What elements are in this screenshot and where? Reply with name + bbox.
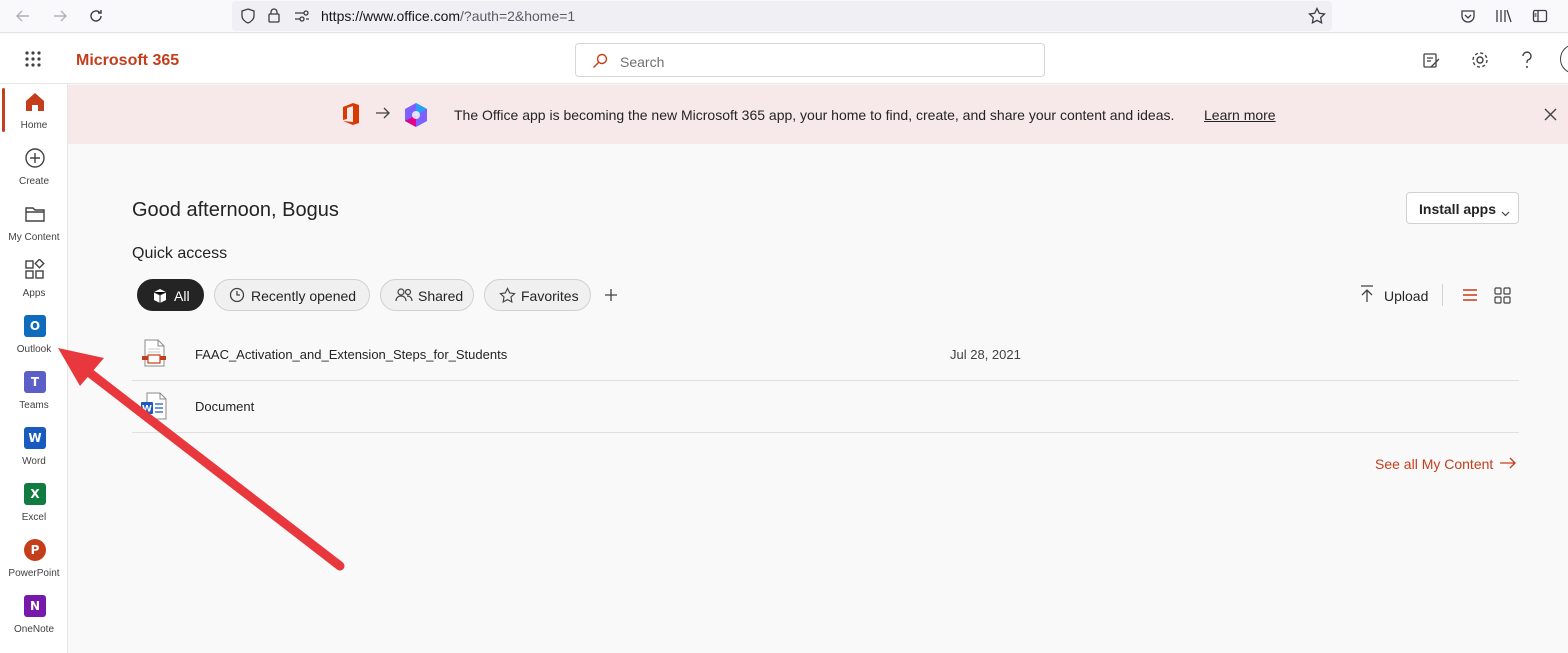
greeting-title: Good afternoon, Bogus [132,199,339,221]
svg-text:W: W [142,405,152,415]
quick-access-title: Quick access [132,245,228,262]
brand-title[interactable]: Microsoft 365 [76,52,179,70]
banner-text: The Office app is becoming the new Micro… [454,107,1175,123]
toolbar-divider [1442,284,1443,306]
filter-label: Shared [418,288,464,304]
close-icon[interactable] [1544,108,1557,126]
url-path: /?auth=2&home=1 [460,8,576,24]
help-icon[interactable] [1516,49,1538,71]
search-placeholder: Search [620,54,665,70]
microsoft-365-logo-icon [403,102,429,133]
office-logo-icon [341,102,361,131]
install-apps-button[interactable]: Install apps [1406,192,1519,224]
apps-grid-icon [24,258,46,281]
file-name[interactable]: Document [195,399,254,414]
rail-item-excel[interactable]: X Excel [0,476,68,532]
rail-label: Excel [21,512,47,523]
rail-label: PowerPoint [8,568,60,579]
permissions-icon[interactable] [294,9,310,28]
file-name[interactable]: FAAC_Activation_and_Extension_Steps_for_… [195,347,507,362]
rail-item-apps[interactable]: Apps [0,252,68,308]
rail-item-onenote[interactable]: N OneNote [0,588,68,644]
filter-recently-opened[interactable]: Recently opened [214,279,370,311]
outlook-icon: O [24,315,46,337]
rail-label: My Content [8,232,60,243]
app-launcher-icon[interactable] [24,50,42,73]
shield-icon[interactable] [240,8,256,29]
home-icon [24,91,46,113]
back-icon[interactable] [11,4,35,28]
star-icon [499,287,516,307]
library-icon[interactable] [1492,4,1516,28]
left-rail: Home Create My Content Apps O Outlook T … [0,84,68,653]
filter-label: All [174,288,190,304]
grid-view-icon[interactable] [1494,287,1511,309]
cube-icon [152,288,168,307]
file-date: Jul 28, 2021 [950,347,1021,362]
word-file-icon: W [140,392,168,425]
rail-label: Home [20,120,48,131]
reload-icon[interactable] [84,4,108,28]
upload-icon [1360,285,1374,306]
pdf-file-icon [142,339,166,372]
chevron-down-icon [1501,204,1510,220]
onenote-icon: N [24,595,46,617]
app-header: Microsoft 365 Search [0,34,1568,84]
filter-label: Recently opened [251,288,357,304]
filter-all[interactable]: All [137,279,204,311]
file-row[interactable]: FAAC_Activation_and_Extension_Steps_for_… [132,329,1519,381]
see-all-my-content-link[interactable]: See all My Content [1375,456,1516,472]
people-icon [395,288,413,305]
list-view-icon[interactable] [1462,287,1478,308]
task-edit-icon[interactable] [1421,49,1443,71]
rail-label: Teams [19,400,49,411]
rail-label: OneNote [13,624,55,635]
excel-icon: X [24,483,46,505]
browser-toolbar: https://www.office.com/?auth=2&home=1 [0,0,1568,33]
avatar[interactable] [1560,44,1568,74]
rail-item-create[interactable]: Create [0,140,68,196]
arrow-right-icon [1499,456,1517,473]
lock-icon[interactable] [267,7,281,28]
create-plus-icon [24,147,46,169]
add-filter-plus-icon[interactable] [604,288,618,307]
install-apps-label: Install apps [1419,201,1497,217]
rail-item-my-content[interactable]: My Content [0,196,68,252]
learn-more-link[interactable]: Learn more [1204,107,1276,123]
rail-item-outlook[interactable]: O Outlook [0,308,68,364]
folder-icon [24,203,46,225]
announcement-banner: The Office app is becoming the new Micro… [68,85,1568,144]
rail-label: Create [18,176,49,187]
address-bar[interactable]: https://www.office.com/?auth=2&home=1 [232,1,1332,31]
sidebar-icon[interactable] [1528,4,1552,28]
powerpoint-icon: P [24,539,46,561]
teams-icon: T [24,371,46,393]
rail-label: Apps [22,288,46,299]
word-icon: W [24,427,46,449]
rail-item-powerpoint[interactable]: P PowerPoint [0,532,68,588]
rail-item-word[interactable]: W Word [0,420,68,476]
rail-item-teams[interactable]: T Teams [0,364,68,420]
clock-icon [229,287,245,306]
upload-label: Upload [1384,288,1429,304]
file-row[interactable]: W Document [132,381,1519,433]
rail-label: Word [22,456,46,467]
url-text: https://www.office.com/?auth=2&home=1 [321,8,575,24]
pocket-icon[interactable] [1456,4,1480,28]
rail-item-home[interactable]: Home [0,84,68,140]
url-host: https://www.office.com [321,8,461,24]
search-input[interactable]: Search [575,43,1045,77]
rail-label: Outlook [16,344,52,355]
forward-icon[interactable] [48,4,72,28]
see-all-label: See all My Content [1375,456,1494,472]
settings-gear-icon[interactable] [1469,49,1491,71]
filter-shared[interactable]: Shared [380,279,474,311]
arrow-right-icon [375,106,391,125]
bookmark-star-icon[interactable] [1308,6,1326,30]
upload-button[interactable]: Upload [1360,284,1440,308]
filter-favorites[interactable]: Favorites [484,279,591,311]
filter-label: Favorites [521,288,579,304]
search-icon [592,53,608,74]
